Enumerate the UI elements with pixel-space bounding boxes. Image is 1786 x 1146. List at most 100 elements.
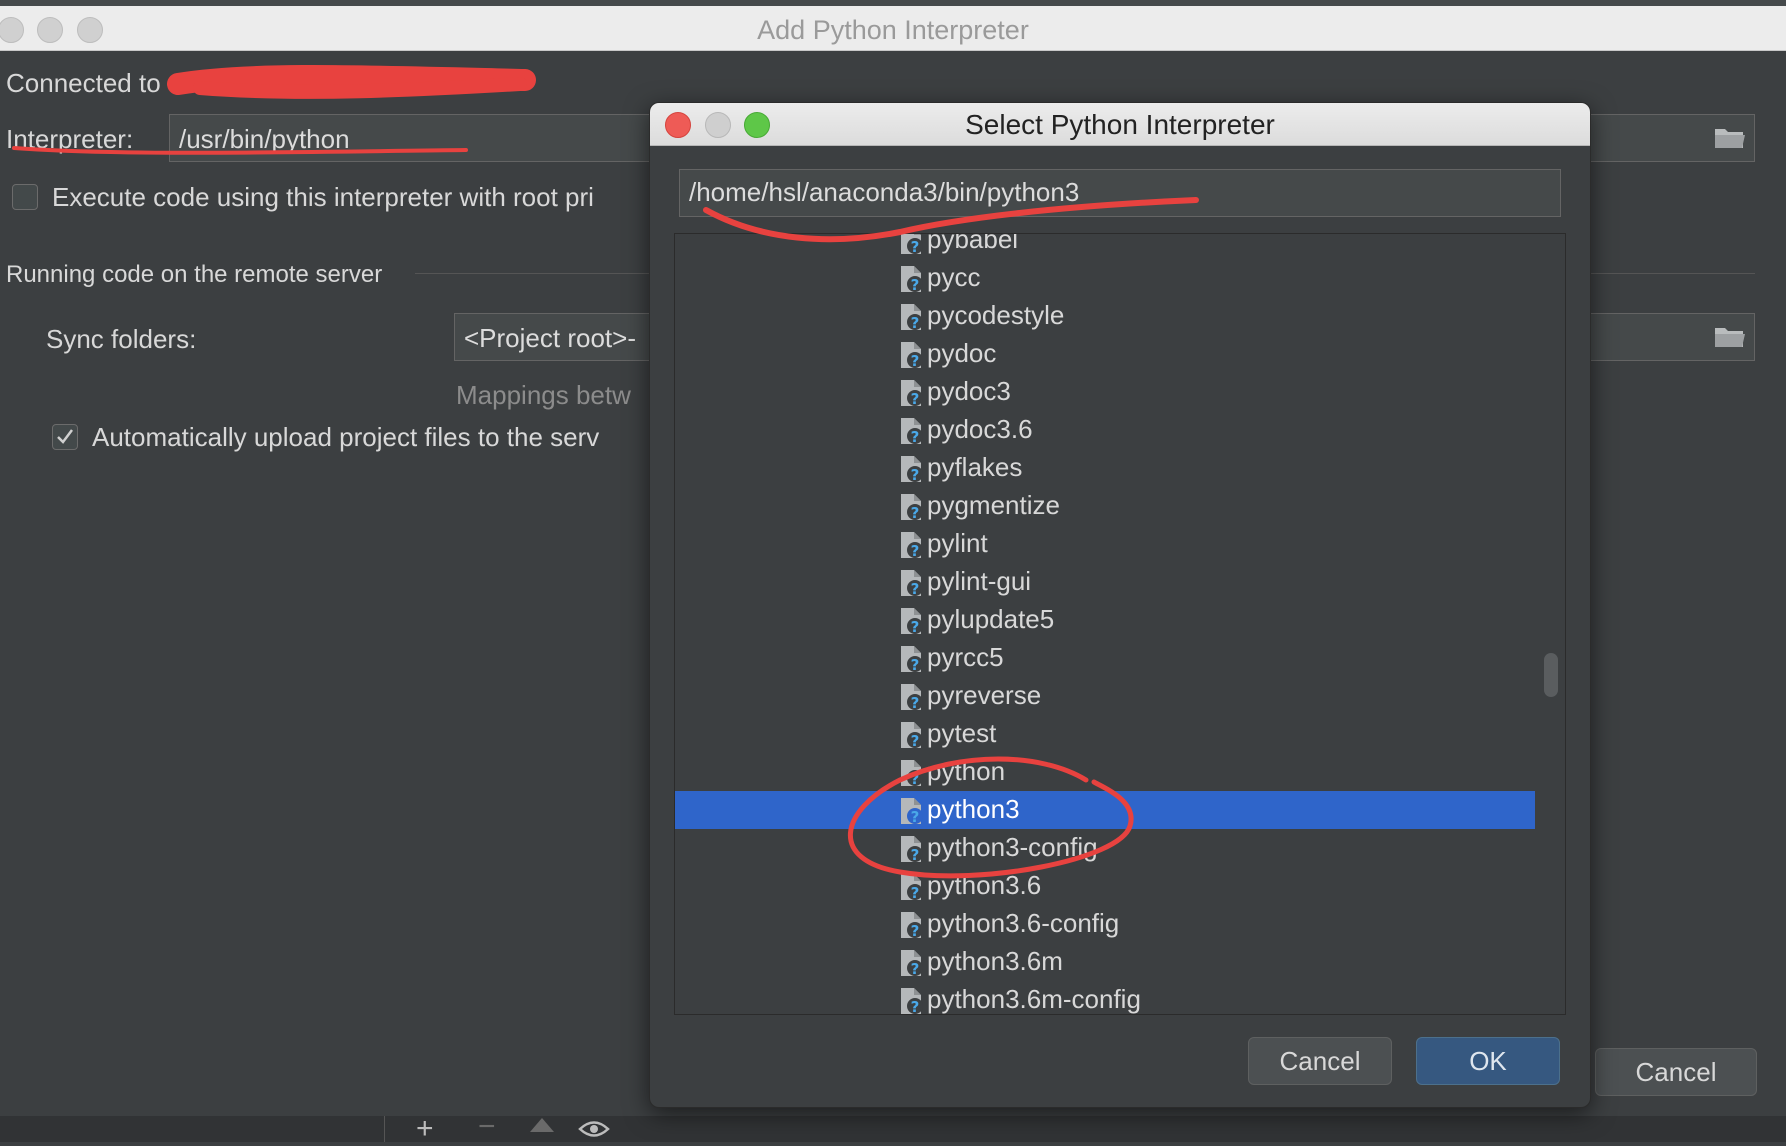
outer-cancel-button[interactable]: Cancel [1595,1048,1757,1096]
interpreter-label: Interpreter: [6,124,134,154]
file-row[interactable]: ? pylint-gui [675,563,1535,601]
file-row[interactable]: ? pytest [675,715,1535,753]
svg-text:?: ? [911,238,920,255]
file-row[interactable]: ? pydoc3 [675,373,1535,411]
remove-icon[interactable]: − [478,1110,496,1144]
svg-text:?: ? [911,960,920,977]
file-row[interactable]: ? python3 [675,791,1535,829]
svg-text:?: ? [911,314,920,331]
file-row[interactable]: ? python3-config [675,829,1535,867]
execute-root-label: Execute code using this interpreter with… [52,182,594,212]
file-row[interactable]: ? pydoc [675,335,1535,373]
file-row[interactable]: ? pybabel [675,233,1535,259]
file-row[interactable]: ? pycodestyle [675,297,1535,335]
outer-window-titlebar: Add Python Interpreter [0,6,1786,51]
ok-button[interactable]: OK [1416,1037,1560,1085]
svg-text:?: ? [911,694,920,711]
unknown-file-icon: ? [901,722,923,749]
redaction-scribble [167,65,536,95]
file-row[interactable]: ? python3.6 [675,867,1535,905]
file-name: pylint [927,528,988,558]
dialog-titlebar: Select Python Interpreter [650,103,1590,146]
sync-folders-value: <Project root>- [464,323,636,353]
svg-text:?: ? [911,846,920,863]
unknown-file-icon: ? [901,646,923,673]
file-name: pylint-gui [927,566,1032,596]
unknown-file-icon: ? [901,608,923,635]
file-row[interactable]: ? python3.6m [675,943,1535,981]
file-row[interactable]: ? pyflakes [675,449,1535,487]
unknown-file-icon: ? [901,342,923,369]
path-input[interactable]: /home/hsl/anaconda3/bin/python3 [679,169,1561,217]
unknown-file-icon: ? [901,684,923,711]
file-row[interactable]: ? pylupdate5 [675,601,1535,639]
file-name: pytest [927,718,997,748]
file-row[interactable]: ? pyreverse [675,677,1535,715]
svg-text:?: ? [911,276,920,293]
file-name: pyflakes [927,452,1023,482]
file-name: pydoc [927,338,997,368]
up-icon[interactable] [530,1118,554,1132]
unknown-file-icon: ? [901,380,923,407]
file-row[interactable]: ? pydoc3.6 [675,411,1535,449]
unknown-file-icon: ? [901,760,923,787]
sync-folders-label: Sync folders: [46,324,197,354]
file-row[interactable]: ? python [675,753,1535,791]
file-row[interactable]: ? pylint [675,525,1535,563]
auto-upload-label: Automatically upload project files to th… [92,422,600,452]
mappings-hint: Mappings betw [456,380,631,410]
svg-text:?: ? [911,618,920,635]
auto-upload-checkbox[interactable] [52,424,78,450]
file-row[interactable]: ? pycc [675,259,1535,297]
vertical-scrollbar[interactable] [1535,234,1565,1014]
file-name: python3.6-config [927,908,1120,938]
bottom-toolbar: + − [0,1110,1786,1145]
execute-root-checkbox[interactable] [12,184,38,210]
outer-window-title: Add Python Interpreter [757,15,1029,45]
unknown-file-icon: ? [901,950,923,977]
unknown-file-icon: ? [901,874,923,901]
file-name: pydoc3.6 [927,414,1033,444]
svg-text:?: ? [911,998,920,1015]
svg-text:?: ? [911,466,920,483]
file-row[interactable]: ? python3.6m-config [675,981,1535,1015]
folder-icon[interactable] [1713,125,1747,151]
unknown-file-icon: ? [901,418,923,445]
connected-to-label: Connected to [6,68,161,98]
file-tree[interactable]: ? pybabel? pycc? pycodestyle? pydoc? pydoc3? p… [674,233,1566,1015]
unknown-file-icon: ? [901,836,923,863]
svg-text:?: ? [911,732,920,749]
svg-text:?: ? [911,428,920,445]
redaction-scribble [193,77,527,99]
unknown-file-icon: ? [901,570,923,597]
svg-text:?: ? [911,770,920,787]
unknown-file-icon: ? [901,798,923,825]
svg-text:?: ? [911,352,920,369]
scrollbar-thumb[interactable] [1544,653,1558,697]
svg-text:?: ? [911,808,920,825]
svg-text:?: ? [911,580,920,597]
dialog-cancel-button[interactable]: Cancel [1248,1037,1392,1085]
file-name: python3.6 [927,870,1042,900]
folder-icon[interactable] [1713,324,1747,350]
file-name: pybabel [927,233,1019,254]
dialog-title: Select Python Interpreter [965,109,1275,140]
eye-icon[interactable] [578,1118,610,1140]
unknown-file-icon: ? [901,532,923,559]
path-value: /home/hsl/anaconda3/bin/python3 [689,177,1080,207]
file-name: pycc [927,262,981,292]
file-row[interactable]: ? pyrcc5 [675,639,1535,677]
unknown-file-icon: ? [901,266,923,293]
file-row[interactable]: ? python3.6-config [675,905,1535,943]
file-name: python3-config [927,832,1098,862]
file-row[interactable]: ? pygmentize [675,487,1535,525]
checkmark-icon [57,429,73,444]
svg-text:?: ? [911,656,920,673]
file-name: python [927,756,1006,786]
file-name: python3.6m-config [927,984,1141,1014]
svg-text:?: ? [911,542,920,559]
add-icon[interactable]: + [416,1112,434,1146]
file-name: pyrcc5 [927,642,1004,672]
file-name: python3 [927,794,1020,824]
select-interpreter-dialog: Select Python Interpreter /home/hsl/anac… [649,102,1591,1108]
